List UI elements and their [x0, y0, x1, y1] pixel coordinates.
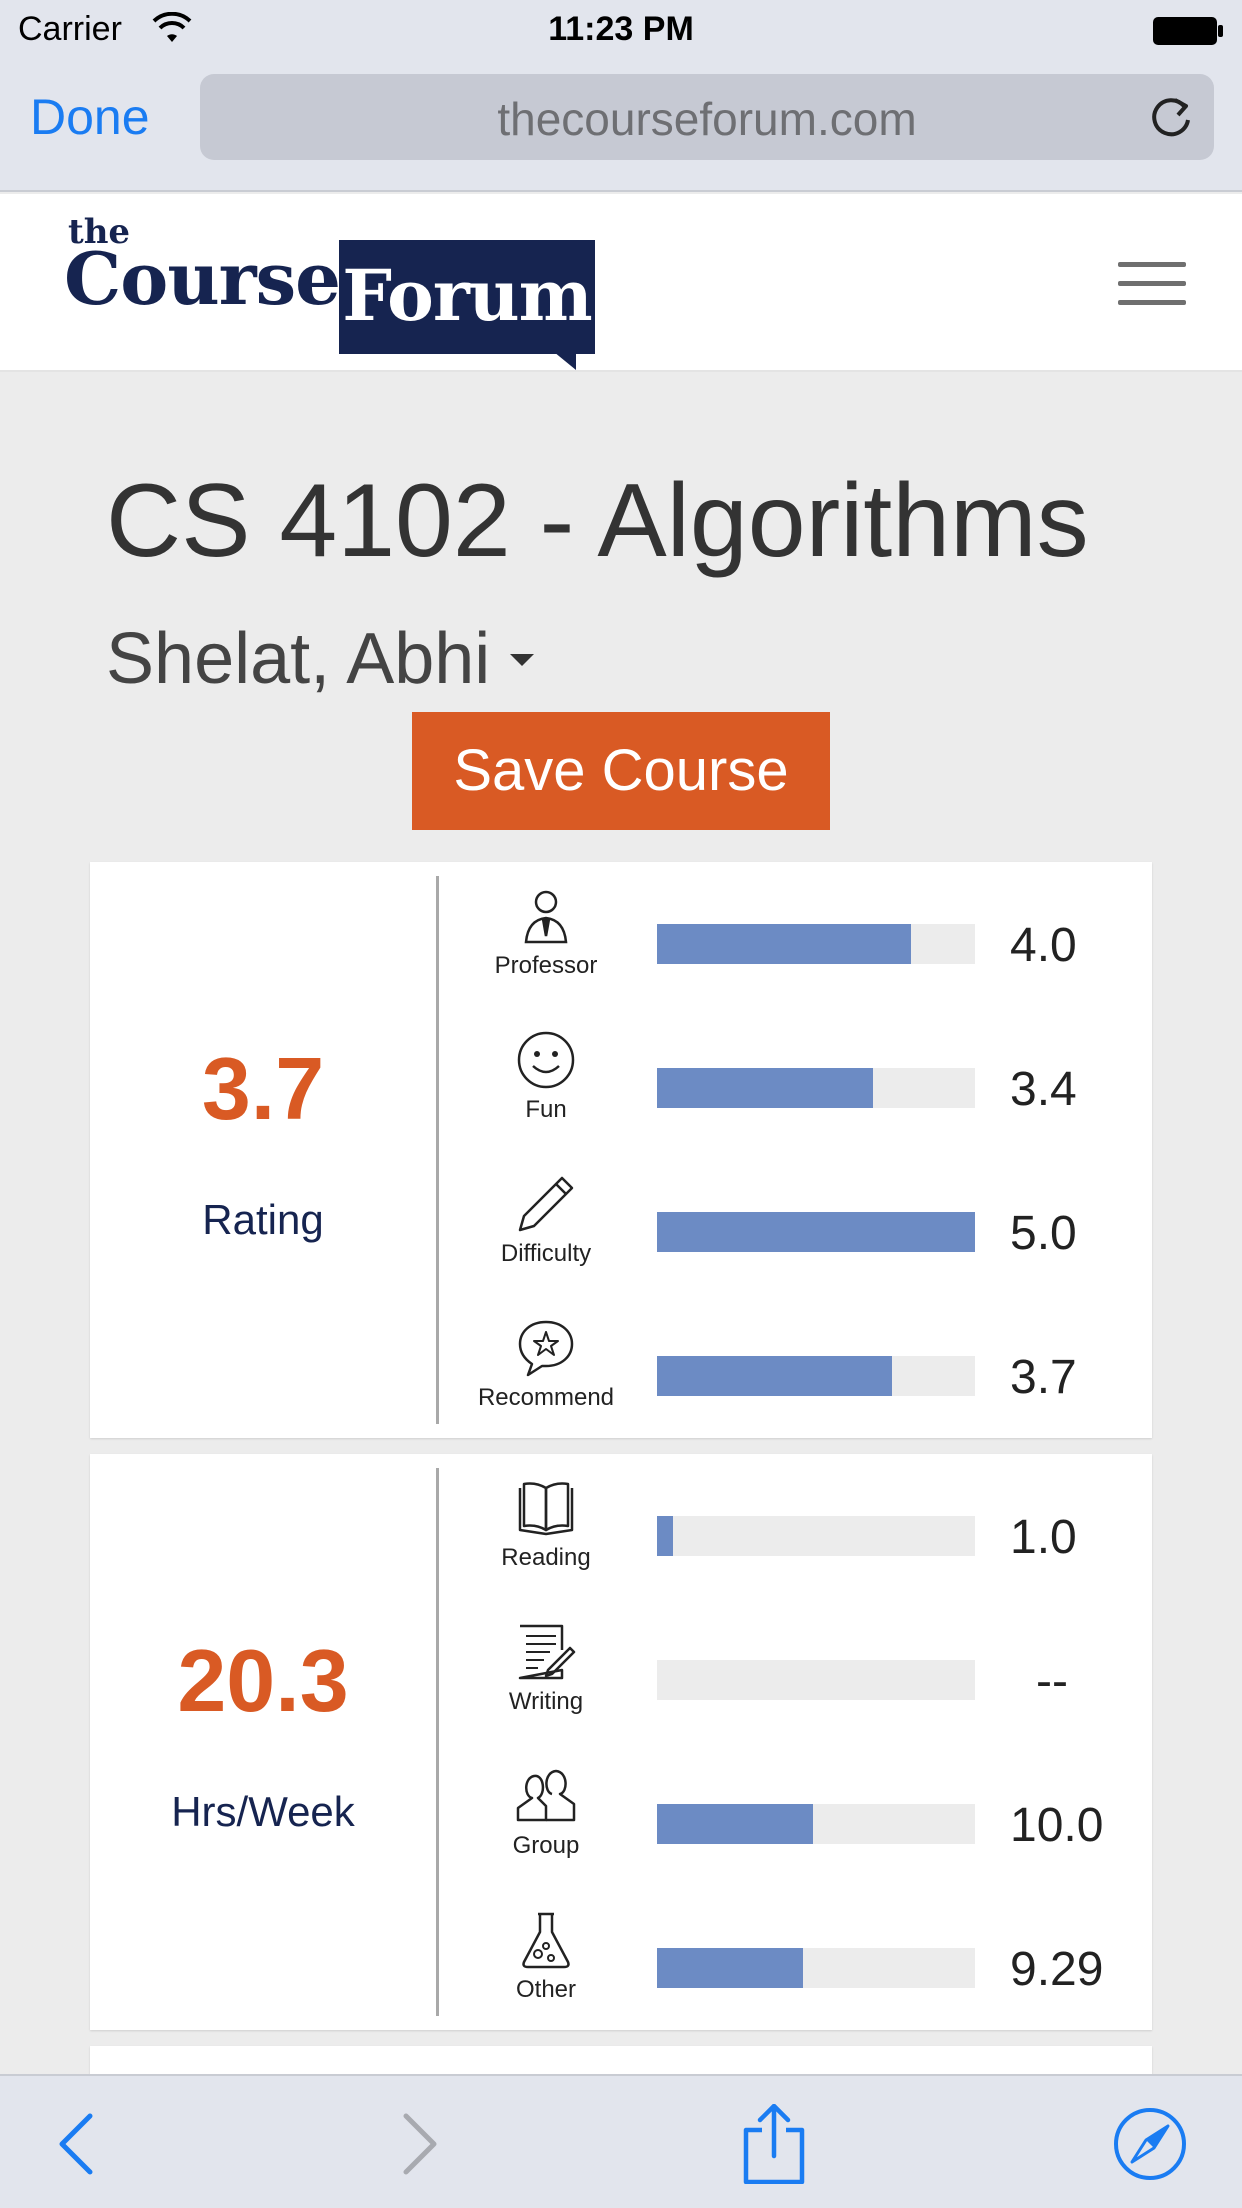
- done-button[interactable]: Done: [30, 88, 150, 146]
- card-divider: [436, 1468, 439, 2016]
- metric-label: Other: [515, 1976, 577, 2003]
- card-divider: [436, 876, 439, 1424]
- metric-bar-track: [657, 924, 975, 964]
- status-bar: Carrier 11:23 PM: [0, 0, 1242, 62]
- metric-fun: Fun 3.4: [450, 1030, 1150, 1174]
- metric-bar-fill: [657, 1948, 804, 1988]
- browser-nav-bar: Done thecourseforum.com: [0, 62, 1242, 192]
- metric-reading: Reading 1.0: [450, 1478, 1150, 1622]
- flask-icon: [522, 1912, 570, 1969]
- metric-difficulty: Difficulty 5.0: [450, 1174, 1150, 1318]
- metric-group: Group 10.0: [450, 1766, 1150, 1910]
- metric-value: 4.0: [1010, 919, 1077, 972]
- metric-bar-track: [657, 1660, 975, 1700]
- course-forum-logo[interactable]: the Course Forum: [64, 212, 604, 370]
- group-icon: [516, 1769, 576, 1822]
- browser-toolbar: [0, 2074, 1242, 2208]
- site-header: the Course Forum: [0, 194, 1242, 372]
- rating-label: Rating: [202, 1196, 324, 1243]
- metric-bar-track: [657, 1948, 975, 1988]
- metric-value: 9.29: [1010, 1943, 1104, 1996]
- metric-bar-track: [657, 1068, 975, 1108]
- metric-recommend: Recommend 3.7: [450, 1318, 1150, 1462]
- metric-bar-fill: [657, 1516, 673, 1556]
- metric-other: Other 9.29: [450, 1910, 1150, 2054]
- metric-bar-track: [657, 1804, 975, 1844]
- hamburger-menu-icon[interactable]: [1118, 262, 1186, 306]
- workload-card: 20.3 Hrs/Week Reading 1.0 Writing -- Gro…: [90, 1454, 1152, 2030]
- metric-value: 10.0: [1010, 1799, 1104, 1852]
- forward-icon[interactable]: [378, 2104, 458, 2184]
- metric-value: 3.7: [1010, 1351, 1077, 1404]
- logo-course: Course: [64, 236, 341, 321]
- logo-forum-box: Forum: [339, 240, 595, 354]
- hours-label: Hrs/Week: [171, 1788, 355, 1835]
- metric-bar-fill: [657, 1068, 874, 1108]
- metric-bar-fill: [657, 1356, 893, 1396]
- professor-icon: [524, 890, 568, 944]
- reload-icon[interactable]: [1148, 94, 1194, 140]
- metric-value: 5.0: [1010, 1207, 1077, 1260]
- metric-value: 1.0: [1010, 1511, 1077, 1564]
- metric-bar-fill: [657, 924, 912, 964]
- metric-bar-track: [657, 1212, 975, 1252]
- share-icon[interactable]: [734, 2104, 814, 2184]
- metric-bar-track: [657, 1516, 975, 1556]
- metric-label: Difficulty: [500, 1240, 592, 1267]
- battery-icon: [1153, 17, 1223, 45]
- rating-value: 3.7: [201, 1039, 325, 1138]
- metric-label: Writing: [508, 1688, 584, 1715]
- book-icon: [518, 1482, 574, 1536]
- url-text: thecourseforum.com: [497, 93, 917, 145]
- instructor-name: Shelat, Abhi: [106, 619, 491, 699]
- logo-speech-tail: [554, 352, 576, 370]
- course-title: CS 4102 - Algorithms: [106, 463, 1089, 579]
- metric-label: Recommend: [477, 1384, 615, 1411]
- metric-professor: Professor 4.0: [450, 886, 1150, 1030]
- instructor-dropdown[interactable]: Shelat, Abhi: [106, 618, 535, 700]
- metric-bar-fill: [657, 1804, 813, 1844]
- metric-label: Fun: [525, 1096, 567, 1123]
- metric-bar-fill: [657, 1212, 975, 1252]
- smiley-icon: [517, 1031, 575, 1089]
- back-icon[interactable]: [38, 2104, 118, 2184]
- metric-value: 3.4: [1010, 1063, 1077, 1116]
- writing-icon: [518, 1624, 576, 1680]
- metric-label: Professor: [494, 952, 598, 979]
- metric-writing: Writing --: [450, 1622, 1150, 1766]
- save-course-button[interactable]: Save Course: [412, 712, 830, 830]
- metric-label: Reading: [501, 1544, 591, 1571]
- metric-value: --: [1036, 1655, 1068, 1708]
- star-bubble-icon: [518, 1320, 574, 1377]
- logo-forum: Forum: [342, 254, 592, 337]
- compass-icon[interactable]: [1110, 2104, 1190, 2184]
- caret-down-icon: [510, 653, 535, 666]
- metric-label: Group: [512, 1832, 580, 1859]
- rating-card: 3.7 Rating Professor 4.0 Fun 3.4 Difficu…: [90, 862, 1152, 1438]
- address-bar[interactable]: thecourseforum.com: [200, 74, 1214, 160]
- hours-value: 20.3: [177, 1631, 349, 1730]
- pencil-icon: [518, 1176, 574, 1232]
- metric-bar-track: [657, 1356, 975, 1396]
- clock: 11:23 PM: [548, 10, 694, 48]
